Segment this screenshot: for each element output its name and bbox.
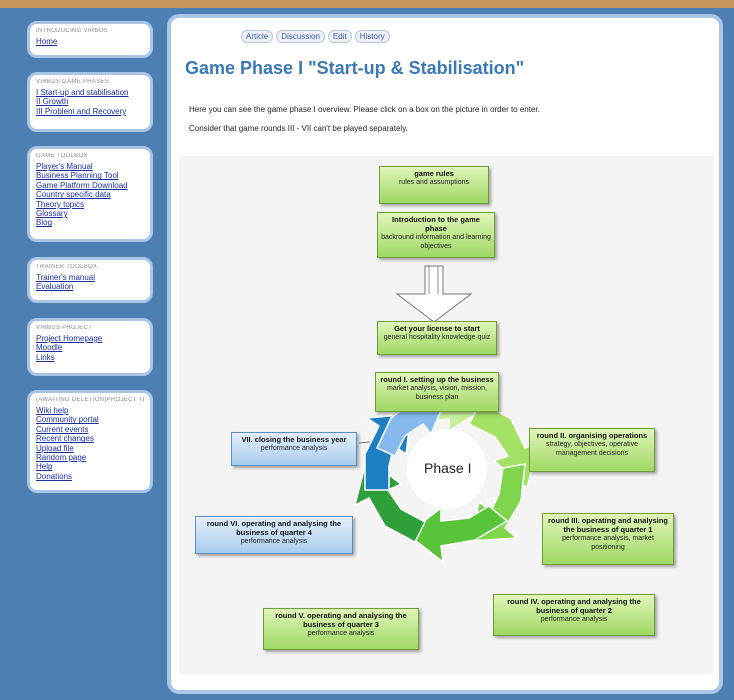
box-license-title: Get your license to start: [394, 324, 480, 333]
box-round-3-title: round III. operating and analysing the b…: [547, 516, 668, 534]
box-license-desc: general hospitality knowledge quiz: [383, 334, 491, 341]
box-round-6[interactable]: round VI. operating and analysing the bu…: [195, 516, 353, 554]
sidebar-link-home[interactable]: Home: [36, 37, 144, 46]
top-bar: [0, 0, 734, 8]
page-tabs: Article Discussion Edit History: [241, 30, 390, 43]
sidebar-link-country-data[interactable]: Country specific data: [36, 190, 144, 199]
box-round-2-title: round II. organising operations: [536, 431, 648, 440]
box-introduction-desc: backround information and learning objec…: [381, 234, 491, 250]
sidebar-link-random-page[interactable]: Random page: [36, 453, 144, 462]
box-round-3-desc: performance analysis, market positioning: [562, 535, 654, 551]
sidebar-trainer-header: TRAINER TOOLBOX: [36, 264, 98, 270]
sidebar-link-help[interactable]: Help: [36, 462, 144, 471]
box-game-rules-desc: rules and assumptions: [398, 179, 470, 186]
box-introduction-title: Introduction to the game phase: [392, 215, 480, 233]
main-content-panel: Article Discussion Edit History Game Pha…: [167, 14, 723, 694]
sidebar-link-business-planning-tool[interactable]: Business Planning Tool: [36, 171, 144, 180]
sidebar-link-evaluation[interactable]: Evaluation: [36, 282, 144, 291]
box-round-7-title: VII. closing the business year: [241, 435, 347, 444]
sidebar-link-upload-file[interactable]: Upload file: [36, 444, 144, 453]
sidebar-phases-panel: VIRBUS GAME PHASES I Start-up and stabil…: [27, 72, 153, 132]
box-round-1-title: round I. setting up the business: [380, 375, 494, 384]
sidebar-link-recent-changes[interactable]: Recent changes: [36, 434, 144, 443]
note-text: Consider that game rounds III - VII can'…: [189, 124, 408, 133]
intro-text: Here you can see the game phase I overvi…: [189, 105, 540, 114]
sidebar-link-donations[interactable]: Donations: [36, 472, 144, 481]
box-round-1[interactable]: round I. setting up the business market …: [375, 372, 499, 412]
box-round-1-desc: market analysis, vision, mission, busine…: [387, 385, 487, 401]
sidebar-link-glossary[interactable]: Glossary: [36, 209, 144, 218]
sidebar-phases-header: VIRBUS GAME PHASES: [36, 79, 110, 85]
sidebar-link-wiki-help[interactable]: Wiki help: [36, 406, 144, 415]
box-round-6-title: round VI. operating and analysing the bu…: [206, 519, 342, 537]
box-license[interactable]: Get your license to start general hospit…: [377, 321, 497, 355]
sidebar-team-panel: (awaiting deletion)PROJECT TEAM Wiki hel…: [27, 390, 153, 493]
sidebar-link-community-portal[interactable]: Community portal: [36, 415, 144, 424]
sidebar-link-links[interactable]: Links: [36, 353, 144, 362]
sidebar-link-players-manual[interactable]: Player's Manual: [36, 162, 144, 171]
sidebar-toolbox-panel: GAME TOOLBOX Player's Manual Business Pl…: [27, 146, 153, 242]
phase-diagram: Phase I game rules rules and assumptions…: [179, 156, 714, 674]
sidebar-project-panel: VIRBUS PROJECT Project Homepage Moodle L…: [27, 318, 153, 376]
box-game-rules[interactable]: game rules rules and assumptions: [379, 166, 489, 204]
sidebar-team-header: (awaiting deletion)PROJECT TEAM: [36, 397, 144, 403]
tab-article[interactable]: Article: [241, 30, 274, 43]
tab-history[interactable]: History: [354, 30, 390, 43]
sidebar-link-project-homepage[interactable]: Project Homepage: [36, 334, 144, 343]
sidebar-toolbox-header: GAME TOOLBOX: [36, 153, 88, 159]
box-round-2[interactable]: round II. organising operations strategy…: [529, 428, 655, 472]
box-round-7-desc: performance analysis: [260, 445, 328, 452]
down-arrow: [395, 265, 473, 323]
box-round-7[interactable]: VII. closing the business year performan…: [231, 432, 357, 466]
box-round-4[interactable]: round IV. operating and analysing the bu…: [493, 594, 655, 636]
box-introduction[interactable]: Introduction to the game phase backround…: [377, 212, 495, 258]
sidebar-link-theory-topics[interactable]: Theory topics: [36, 200, 144, 209]
sidebar-link-phase-2[interactable]: II Growth: [36, 97, 144, 106]
sidebar-link-phase-3[interactable]: III Problem and Recovery: [36, 107, 144, 116]
sidebar-link-game-platform-download[interactable]: Game Platform Download: [36, 181, 144, 190]
sidebar-link-phase-1[interactable]: I Start-up and stabilisation: [36, 88, 144, 97]
box-round-2-desc: strategy, objectives, operative manageme…: [545, 441, 639, 457]
sidebar-link-current-events[interactable]: Current events: [36, 425, 144, 434]
sidebar-link-moodle[interactable]: Moodle: [36, 343, 144, 352]
box-round-6-desc: performance analysis: [240, 538, 308, 545]
box-round-4-title: round IV. operating and analysing the bu…: [507, 597, 641, 615]
sidebar-trainer-panel: TRAINER TOOLBOX Trainer's manual Evaluat…: [27, 257, 153, 303]
phase-center-label: Phase I: [424, 460, 472, 476]
box-round-3[interactable]: round III. operating and analysing the b…: [542, 513, 674, 565]
sidebar-intro-header: INTRODUCING VIRBUS: [36, 28, 108, 34]
sidebar-intro-panel: INTRODUCING VIRBUS Home: [27, 21, 153, 58]
tab-edit[interactable]: Edit: [327, 30, 352, 43]
box-round-5-title: round V. operating and analysing the bus…: [275, 611, 407, 629]
tab-discussion[interactable]: Discussion: [276, 30, 325, 43]
sidebar-project-header: VIRBUS PROJECT: [36, 325, 93, 331]
box-round-5[interactable]: round V. operating and analysing the bus…: [263, 608, 419, 650]
box-game-rules-title: game rules: [414, 169, 454, 178]
sidebar-link-trainers-manual[interactable]: Trainer's manual: [36, 273, 144, 282]
page-title: Game Phase I "Start-up & Stabilisation": [185, 58, 525, 78]
box-round-4-desc: performance analysis: [540, 616, 608, 623]
sidebar-link-blog[interactable]: Blog: [36, 218, 144, 227]
box-round-5-desc: performance analysis: [307, 630, 375, 637]
